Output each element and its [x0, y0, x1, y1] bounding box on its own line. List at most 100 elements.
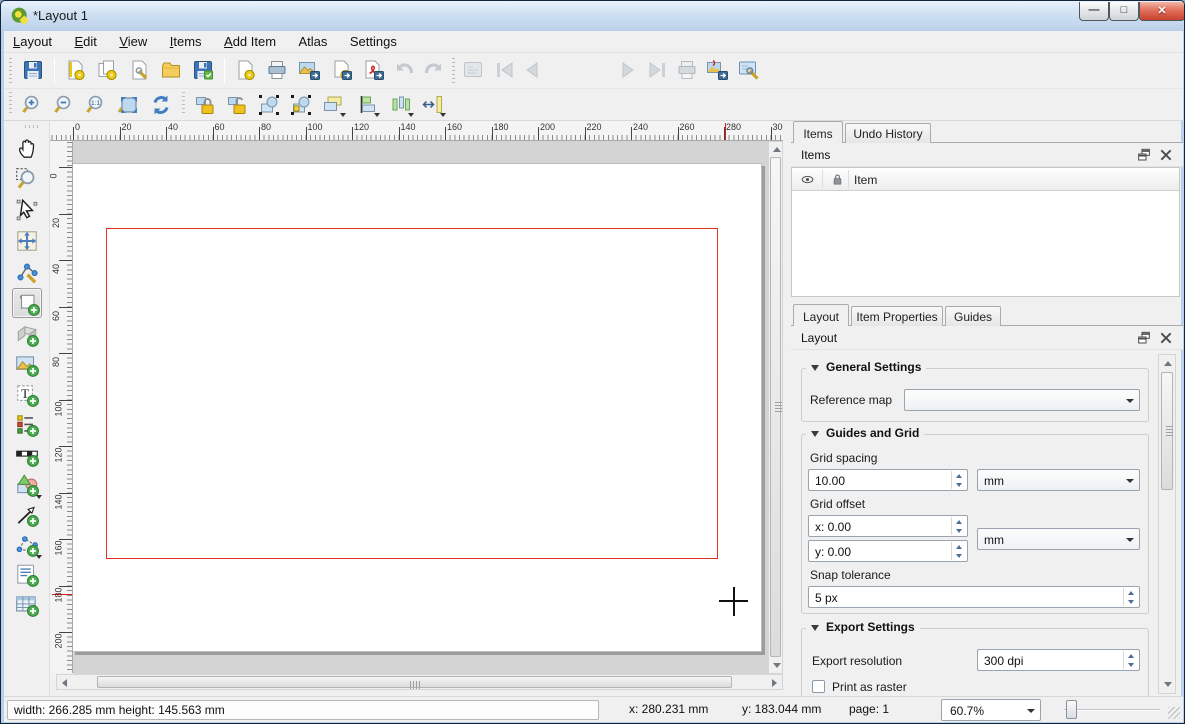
menu-settings[interactable]: Settings — [341, 31, 406, 53]
panel-vertical-scrollbar[interactable] — [1158, 354, 1176, 694]
spin-buttons[interactable] — [951, 471, 966, 489]
tab-items[interactable]: Items — [793, 121, 843, 143]
spin-buttons[interactable] — [951, 542, 966, 560]
redo-button[interactable] — [420, 57, 448, 85]
spin-up-icon[interactable] — [952, 471, 966, 480]
export-atlas-button[interactable] — [704, 57, 732, 85]
grid-offset-y-spinbox[interactable]: y: 0.00 — [808, 540, 968, 562]
spin-up-icon[interactable] — [952, 517, 966, 526]
menu-items[interactable]: Items — [161, 31, 211, 53]
atlas-previous-feature-button[interactable] — [518, 57, 546, 85]
tab-layout[interactable]: Layout — [793, 304, 849, 326]
close-panel-icon[interactable] — [1158, 147, 1174, 163]
add-attribute-table-tool[interactable] — [12, 590, 42, 620]
zoom-level-combo[interactable]: 60.7% — [941, 699, 1041, 721]
toolbar-grip[interactable] — [9, 92, 12, 116]
save-project-button[interactable] — [20, 57, 48, 85]
scroll-up-arrow[interactable] — [773, 147, 781, 152]
export-as-svg-button[interactable] — [328, 57, 356, 85]
spin-buttons[interactable] — [1123, 588, 1138, 606]
reference-map-combo[interactable] — [904, 389, 1140, 411]
export-settings-header[interactable]: Export Settings — [806, 620, 920, 634]
add-arrow-tool[interactable] — [12, 500, 42, 530]
spin-down-icon[interactable] — [1124, 660, 1138, 669]
save-as-template-button[interactable] — [190, 57, 218, 85]
menu-edit[interactable]: Edit — [66, 31, 106, 53]
resize-items-button[interactable] — [420, 92, 446, 118]
unlock-all-items-button[interactable] — [224, 92, 250, 118]
zoom-out-button[interactable] — [52, 92, 78, 118]
scroll-right-arrow[interactable] — [772, 679, 777, 687]
atlas-last-feature-button[interactable] — [644, 57, 672, 85]
scrollbar-thumb[interactable] — [770, 157, 781, 657]
spin-up-icon[interactable] — [1124, 588, 1138, 597]
float-panel-icon[interactable] — [1136, 147, 1152, 163]
scroll-down-arrow[interactable] — [1164, 682, 1172, 687]
add-pages-button[interactable] — [232, 57, 260, 85]
zoom-in-button[interactable] — [20, 92, 46, 118]
raise-selected-items-button[interactable] — [320, 92, 346, 118]
group-items-button[interactable] — [256, 92, 282, 118]
menu-view[interactable]: View — [110, 31, 156, 53]
layout-manager-button[interactable] — [126, 57, 154, 85]
spin-down-icon[interactable] — [952, 551, 966, 560]
tab-guides[interactable]: Guides — [945, 306, 1001, 326]
print-atlas-button[interactable] — [674, 57, 702, 85]
print-button[interactable] — [264, 57, 292, 85]
align-items-button[interactable] — [354, 92, 380, 118]
add-items-from-template-button[interactable] — [158, 57, 186, 85]
menu-atlas[interactable]: Atlas — [290, 31, 337, 53]
spin-down-icon[interactable] — [952, 526, 966, 535]
export-resolution-spinbox[interactable]: 300 dpi — [977, 649, 1140, 671]
add-map-tool[interactable] — [12, 288, 42, 318]
menu-add-item[interactable]: Add Item — [215, 31, 285, 53]
menu-layout[interactable]: Layout — [4, 31, 61, 53]
refresh-view-button[interactable] — [148, 92, 174, 118]
scrollbar-thumb[interactable] — [97, 676, 732, 688]
toolbar-grip[interactable] — [182, 92, 185, 116]
close-button[interactable]: ✕ — [1139, 2, 1185, 21]
scroll-down-arrow[interactable] — [773, 663, 781, 668]
add-label-tool[interactable]: T — [12, 380, 42, 410]
preview-atlas-button[interactable] — [460, 57, 488, 85]
add-picture-tool[interactable] — [12, 350, 42, 380]
grid-offset-x-spinbox[interactable]: x: 0.00 — [808, 515, 968, 537]
close-panel-icon[interactable] — [1158, 330, 1174, 346]
atlas-settings-button[interactable] — [736, 57, 764, 85]
title-bar[interactable]: *Layout 1 — □ ✕ — [1, 1, 1185, 31]
minimize-button[interactable]: — — [1079, 2, 1109, 21]
zoom-full-extent-button[interactable] — [116, 92, 142, 118]
horizontal-ruler[interactable]: 0204060801001201401601802002202402602803… — [50, 121, 783, 141]
toolbar-grip[interactable] — [25, 125, 39, 128]
guides-and-grid-header[interactable]: Guides and Grid — [806, 426, 924, 440]
toolbar-grip[interactable] — [9, 58, 12, 84]
atlas-next-feature-button[interactable] — [616, 57, 644, 85]
add-shape-tool[interactable] — [12, 470, 42, 500]
spin-down-icon[interactable] — [1124, 597, 1138, 606]
add-3d-map-tool[interactable] — [12, 320, 42, 350]
canvas-horizontal-scrollbar[interactable] — [56, 674, 783, 690]
add-node-item-tool[interactable] — [12, 530, 42, 560]
panel-splitter[interactable] — [783, 121, 791, 696]
maximize-button[interactable]: □ — [1109, 2, 1139, 21]
tab-item-properties[interactable]: Item Properties — [851, 306, 943, 326]
ungroup-items-button[interactable] — [288, 92, 314, 118]
toolbar-grip[interactable] — [452, 58, 455, 84]
add-scalebar-tool[interactable] — [12, 440, 42, 470]
snap-tolerance-spinbox[interactable]: 5 px — [808, 586, 1140, 608]
atlas-first-feature-button[interactable] — [492, 57, 520, 85]
vertical-ruler[interactable]: 020406080100120140160180200220 — [50, 141, 73, 673]
duplicate-layout-button[interactable] — [94, 57, 122, 85]
grid-offset-unit-combo[interactable]: mm — [977, 528, 1140, 550]
layout-canvas[interactable] — [73, 141, 768, 674]
distribute-items-button[interactable] — [388, 92, 414, 118]
window-resize-grip[interactable] — [1168, 707, 1180, 719]
new-layout-button[interactable] — [62, 57, 90, 85]
grid-spacing-spinbox[interactable]: 10.00 — [808, 469, 968, 491]
float-panel-icon[interactable] — [1136, 330, 1152, 346]
scroll-up-arrow[interactable] — [1164, 361, 1172, 366]
items-list[interactable]: Item — [791, 167, 1180, 297]
add-legend-tool[interactable] — [12, 410, 42, 440]
export-as-pdf-button[interactable] — [360, 57, 388, 85]
print-as-raster-checkbox[interactable] — [812, 680, 825, 693]
